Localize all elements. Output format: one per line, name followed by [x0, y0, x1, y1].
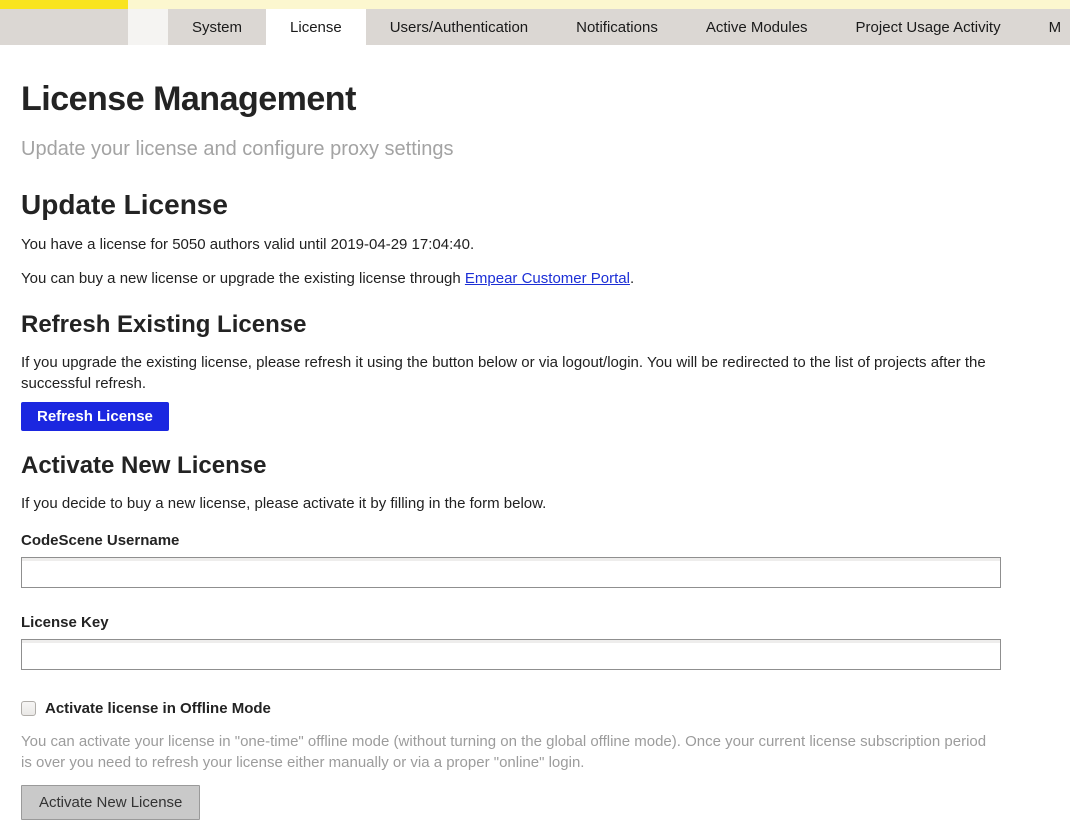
top-accent-strip: [0, 0, 1070, 9]
admin-tab-bar: System License Users/Authentication Noti…: [0, 9, 1070, 45]
activate-new-license-button[interactable]: Activate New License: [21, 785, 200, 820]
buy-license-text: You can buy a new license or upgrade the…: [21, 268, 1001, 289]
tab-active-modules[interactable]: Active Modules: [682, 9, 832, 45]
tab-users-authentication[interactable]: Users/Authentication: [366, 9, 552, 45]
refresh-license-description: If you upgrade the existing license, ple…: [21, 352, 1001, 394]
refresh-license-heading: Refresh Existing License: [21, 311, 1001, 338]
offline-mode-row: Activate license in Offline Mode: [21, 700, 1001, 717]
tab-system[interactable]: System: [168, 9, 266, 45]
update-license-heading: Update License: [21, 189, 1001, 220]
codescene-username-label: CodeScene Username: [21, 532, 1001, 549]
refresh-license-button[interactable]: Refresh License: [21, 402, 169, 431]
tab-project-usage-activity[interactable]: Project Usage Activity: [832, 9, 1025, 45]
page-subtitle: Update your license and configure proxy …: [21, 138, 1001, 161]
offline-mode-checkbox[interactable]: [21, 701, 36, 716]
logo-block: [0, 9, 128, 45]
empear-customer-portal-link[interactable]: Empear Customer Portal: [465, 270, 630, 287]
license-key-input[interactable]: [21, 639, 1001, 670]
offline-mode-checkbox-label: Activate license in Offline Mode: [45, 700, 271, 717]
activate-license-heading: Activate New License: [21, 452, 1001, 479]
license-management-page: License Management Update your license a…: [0, 81, 1070, 820]
page-title: License Management: [21, 81, 1001, 118]
tab-license[interactable]: License: [266, 9, 366, 45]
tab-truncated[interactable]: M: [1025, 9, 1070, 45]
offline-mode-note: You can activate your license in "one-ti…: [21, 731, 1001, 773]
accent-strip-bright: [0, 0, 128, 9]
buy-license-suffix: .: [630, 270, 634, 287]
license-status-text: You have a license for 5050 authors vali…: [21, 234, 1001, 255]
license-key-label: License Key: [21, 614, 1001, 631]
activate-license-description: If you decide to buy a new license, plea…: [21, 493, 1001, 514]
buy-license-prefix: You can buy a new license or upgrade the…: [21, 270, 465, 287]
accent-strip-pale: [128, 0, 1070, 9]
codescene-username-input[interactable]: [21, 557, 1001, 588]
nav-spacer: [128, 9, 168, 45]
tab-notifications[interactable]: Notifications: [552, 9, 682, 45]
